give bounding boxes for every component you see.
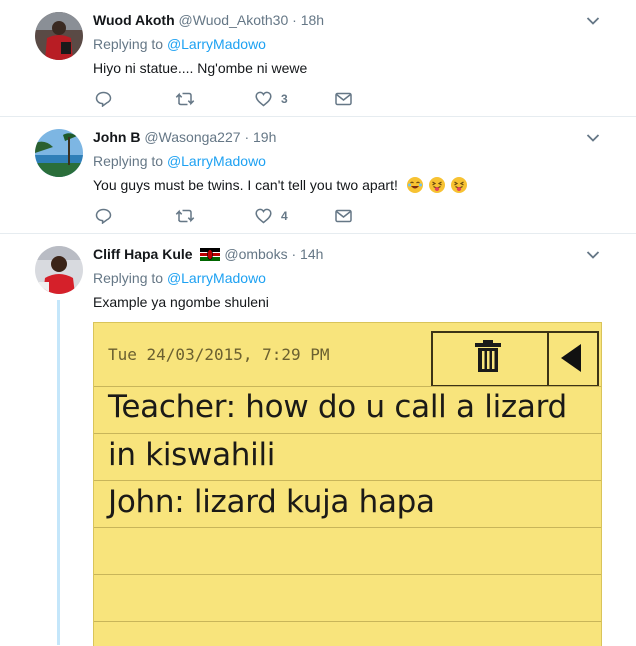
trash-button: [431, 331, 549, 387]
back-triangle-icon: [561, 344, 581, 372]
replying-to-link[interactable]: @LarryMadowo: [167, 270, 266, 286]
note-rule: [94, 621, 601, 622]
kenya-flag-icon: [200, 248, 221, 261]
author-handle[interactable]: @omboks: [224, 246, 287, 262]
separator-dot: ·: [292, 12, 297, 28]
back-button: [545, 331, 599, 387]
tweet-text-row: You guys must be twins. I can't tell you…: [93, 176, 467, 194]
like-count: 3: [281, 92, 288, 106]
heart-icon: [255, 208, 272, 224]
replying-to-link[interactable]: @LarryMadowo: [167, 153, 266, 169]
note-timestamp: Tue 24/03/2015, 7:29 PM: [108, 345, 330, 364]
tweet-text: Hiyo ni statue.... Ng'ombe ni wewe: [93, 60, 308, 76]
tongue-out-emoji-icon: [428, 177, 445, 193]
reply-button[interactable]: [95, 207, 112, 225]
avatar[interactable]: [35, 129, 83, 177]
chevron-down-icon[interactable]: [586, 133, 600, 143]
note-rule: [94, 527, 601, 528]
separator-dot: ·: [291, 246, 297, 262]
tweet-timestamp[interactable]: 19h: [253, 129, 276, 145]
avatar[interactable]: [35, 12, 83, 60]
tweet-image-note[interactable]: Tue 24/03/2015, 7:29 PM Teacher: how do …: [93, 322, 602, 646]
tweet-john-b[interactable]: John B @Wasonga227 · 19h Replying to @La…: [0, 117, 636, 234]
retweet-icon: [175, 92, 195, 106]
note-line: John: lizard kuja hapa: [108, 484, 435, 520]
tweet-text: Example ya ngombe shuleni: [93, 294, 269, 310]
author-name[interactable]: John B: [93, 129, 140, 145]
reply-icon: [95, 91, 112, 107]
heart-icon: [255, 91, 272, 107]
reply-icon: [95, 208, 112, 224]
chevron-down-icon[interactable]: [586, 16, 600, 26]
author-name[interactable]: Cliff Hapa Kule: [93, 246, 193, 262]
note-line: in kiswahili: [108, 437, 276, 473]
like-button[interactable]: 3: [255, 90, 288, 108]
like-count: 4: [281, 209, 288, 223]
envelope-icon: [335, 92, 352, 106]
note-line: Teacher: how do u call a lizard: [108, 389, 567, 425]
tweet-wuod-akoth[interactable]: Wuod Akoth @Wuod_Akoth30 · 18h Replying …: [0, 0, 636, 117]
note-rule: [94, 574, 601, 575]
laughing-emoji-icon: [406, 177, 423, 193]
replying-to: Replying to @LarryMadowo: [93, 35, 266, 53]
tweet-text: You guys must be twins. I can't tell you…: [93, 177, 398, 193]
trash-icon: [475, 340, 501, 372]
tweet-timestamp[interactable]: 14h: [300, 246, 323, 262]
author-name[interactable]: Wuod Akoth: [93, 12, 175, 28]
retweet-icon: [175, 209, 195, 223]
replying-to: Replying to @LarryMadowo: [93, 269, 266, 287]
like-button[interactable]: 4: [255, 207, 288, 225]
replying-to-label: Replying to: [93, 270, 164, 286]
dm-button[interactable]: [335, 90, 352, 108]
note-rule: [94, 480, 601, 481]
dm-button[interactable]: [335, 207, 352, 225]
avatar[interactable]: [35, 246, 83, 294]
retweet-button[interactable]: [175, 90, 195, 108]
chevron-down-icon[interactable]: [586, 250, 600, 260]
author-handle[interactable]: @Wasonga227: [144, 129, 240, 145]
replying-to-label: Replying to: [93, 36, 164, 52]
retweet-button[interactable]: [175, 207, 195, 225]
replying-to-label: Replying to: [93, 153, 164, 169]
replying-to: Replying to @LarryMadowo: [93, 152, 266, 170]
reply-button[interactable]: [95, 90, 112, 108]
note-rule: [94, 433, 601, 434]
separator-dot: ·: [244, 129, 250, 145]
thread-connector: [57, 300, 60, 645]
note-header: Tue 24/03/2015, 7:29 PM: [94, 323, 601, 387]
envelope-icon: [335, 209, 352, 223]
replying-to-link[interactable]: @LarryMadowo: [167, 36, 266, 52]
tongue-out-emoji-icon: [450, 177, 467, 193]
tweet-timestamp[interactable]: 18h: [301, 12, 324, 28]
note-rule: [94, 386, 601, 387]
author-handle[interactable]: @Wuod_Akoth30: [179, 12, 289, 28]
